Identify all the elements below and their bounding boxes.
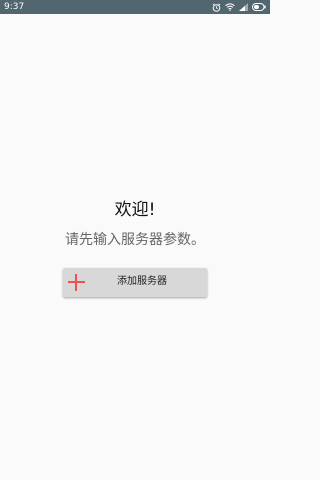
add-server-label: 添加服务器 — [117, 276, 167, 287]
wifi-icon — [225, 3, 235, 11]
status-bar: 9:37 — [0, 0, 270, 14]
plus-icon — [68, 274, 85, 291]
status-icons — [212, 2, 266, 12]
battery-icon — [252, 3, 266, 11]
welcome-subtitle: 请先输入服务器参数。 — [65, 232, 205, 248]
alarm-icon — [212, 2, 221, 12]
welcome-title: 欢迎! — [114, 200, 156, 220]
add-server-button[interactable]: 添加服务器 — [63, 268, 207, 297]
signal-icon — [239, 3, 248, 11]
status-time: 9:37 — [4, 2, 25, 12]
